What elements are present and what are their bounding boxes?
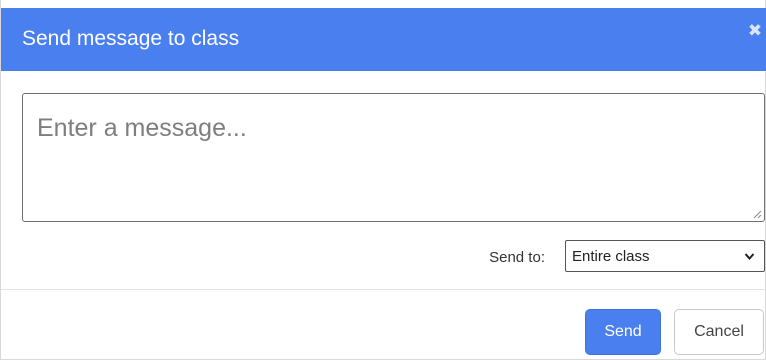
send-to-label: Send to:	[489, 249, 545, 266]
message-textarea[interactable]	[23, 94, 764, 221]
dialog-title: Send message to class	[22, 27, 240, 50]
close-icon[interactable]: ✖	[746, 22, 764, 40]
send-message-dialog: Send message to class ✖ Send to: Entire …	[0, 0, 766, 360]
footer-divider	[1, 289, 766, 290]
dialog-header: Send message to class ✖	[1, 8, 766, 71]
send-button[interactable]: Send	[585, 309, 661, 355]
send-to-select[interactable]: Entire class	[565, 240, 765, 272]
cancel-button[interactable]: Cancel	[674, 309, 764, 355]
resize-grip-icon[interactable]	[753, 210, 762, 219]
message-box	[22, 93, 765, 222]
send-to-selected-value: Entire class	[572, 248, 650, 265]
chevron-down-icon	[744, 253, 755, 261]
send-to-row: Send to: Entire class	[1, 240, 766, 272]
